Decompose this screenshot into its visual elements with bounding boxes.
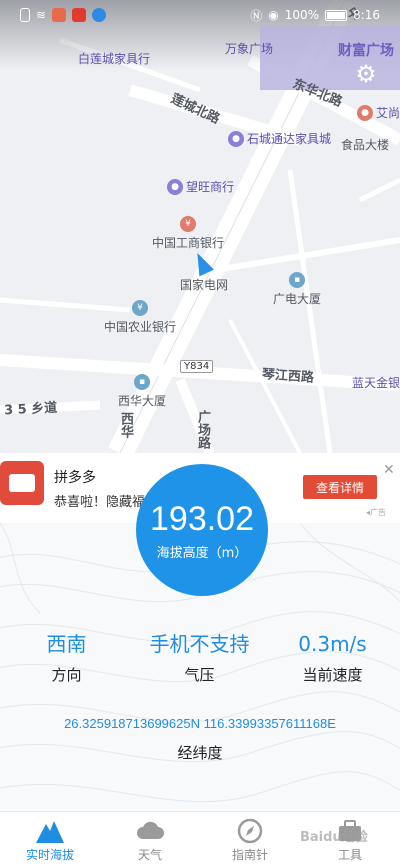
road-guangchang: 广场路: [195, 410, 210, 449]
poi-bailiancheng[interactable]: 白莲城家具行: [78, 50, 150, 67]
building-icon: ▪: [134, 374, 150, 390]
speed-value: 0.3m/s: [298, 632, 367, 656]
shop-icon: ●: [167, 178, 183, 195]
poi-guangdian-label: 广电大厦: [273, 292, 322, 306]
poi-lantian-label: 蓝天金银: [352, 376, 400, 390]
poi-caifu[interactable]: 财富广场: [338, 40, 394, 60]
altitude-value: 193.02: [150, 499, 254, 538]
road-sanwu: 3 5 乡道: [3, 400, 58, 419]
ad-title: 拼多多: [54, 470, 96, 486]
poi-bailiancheng-label: 白莲城家具行: [78, 52, 151, 66]
shop-icon: ●: [357, 104, 373, 121]
road-badge-y834: Y834: [180, 360, 214, 373]
baidu-watermark: Baidu经验: [300, 830, 368, 845]
app-notification-icon: [52, 8, 67, 22]
wifi-icon: ≋: [36, 8, 47, 22]
coordinates-value: 26.325918713699625N 116.33993357611168E: [64, 716, 336, 731]
speed-label: 当前速度: [302, 666, 363, 684]
poi-shicheng[interactable]: ● 石城通达家具城: [228, 130, 331, 147]
poi-guojia[interactable]: 国家电网: [180, 276, 228, 293]
status-bar: ≋ Ⓝ ◉ 100% 8:16: [0, 0, 400, 30]
bank-icon: ¥: [180, 216, 196, 232]
ad-tag: ◂广告: [366, 508, 387, 517]
tab-weather[interactable]: 天气: [100, 812, 200, 867]
stat-direction: 西南 方向: [0, 632, 133, 685]
pinduoduo-app-icon: [0, 461, 44, 505]
poi-aishang-label: 艾尚: [376, 106, 400, 120]
tab-compass[interactable]: 指南针: [200, 812, 300, 867]
tab-altitude[interactable]: 实时海拔: [0, 812, 100, 867]
road-xihua: 西华: [118, 412, 133, 438]
stat-speed: 0.3m/s 当前速度: [266, 632, 399, 685]
direction-value: 西南: [46, 632, 87, 656]
direction-label: 方向: [51, 666, 82, 684]
poi-guangdian[interactable]: ▪ 广电大厦: [273, 272, 321, 307]
close-icon[interactable]: ✕: [383, 462, 395, 478]
tab-tools-label: 工具: [337, 848, 362, 862]
compass-icon: [235, 818, 265, 844]
road-qinjiang: 琴江西路: [261, 367, 315, 386]
nfc-icon: Ⓝ: [250, 8, 263, 23]
altitude-circle: 193.02 海拔高度（m）: [136, 464, 268, 596]
location-icon: ◉: [268, 8, 279, 22]
app-notification-icon: [92, 8, 107, 22]
status-left: ≋: [20, 8, 107, 22]
gear-icon[interactable]: ⚙: [352, 60, 380, 88]
tab-weather-label: 天气: [137, 848, 162, 862]
tab-compass-label: 指南针: [231, 848, 268, 862]
poi-abc[interactable]: ¥ 中国农业银行: [104, 300, 176, 335]
poi-lantian[interactable]: 蓝天金银: [352, 374, 400, 391]
pressure-value: 手机不支持: [149, 632, 250, 656]
cloud-icon: [135, 818, 165, 844]
mountain-icon: [35, 818, 65, 844]
stat-pressure: 手机不支持 气压: [133, 632, 266, 685]
poi-shipin[interactable]: 食品大楼: [341, 136, 389, 153]
tab-altitude-label: 实时海拔: [25, 848, 74, 862]
building-icon: ▪: [289, 272, 305, 288]
map-view[interactable]: 财富广场 ⚙ 白莲城家具行 万象广场 ● 艾尚 ● 石城通达家具城 食品大楼 ●…: [0, 0, 400, 453]
poi-aishang[interactable]: ● 艾尚: [357, 104, 400, 121]
poi-wangwang-label: 望旺商行: [186, 180, 235, 194]
poi-abc-label: 中国农业银行: [104, 320, 177, 334]
coordinates-label: 经纬度: [177, 744, 223, 762]
app-notification-icon: [72, 8, 87, 22]
poi-wanxiang-label: 万象广场: [225, 42, 274, 56]
poi-xihua[interactable]: ▪ 西华大厦: [118, 374, 166, 409]
sim-icon: [20, 8, 30, 22]
bank-icon: ¥: [132, 300, 148, 316]
ad-subtitle: 恭喜啦！隐藏福: [54, 495, 146, 510]
poi-wanxiang[interactable]: 万象广场: [225, 40, 273, 57]
poi-wangwang[interactable]: ● 望旺商行: [167, 178, 234, 195]
poi-shipin-label: 食品大楼: [341, 138, 390, 152]
shop-icon: ●: [228, 130, 244, 147]
clock: 8:16: [353, 8, 380, 22]
poi-icbc[interactable]: ¥ 中国工商银行: [152, 216, 224, 251]
battery-icon: [325, 9, 348, 21]
poi-xihua-label: 西华大厦: [118, 394, 167, 408]
poi-icbc-label: 中国工商银行: [152, 236, 225, 250]
battery-percent: 100%: [284, 8, 320, 22]
poi-guojia-label: 国家电网: [180, 278, 229, 292]
status-right: Ⓝ ◉ 100% 8:16: [250, 7, 380, 24]
poi-shicheng-label: 石城通达家具城: [247, 132, 332, 146]
pressure-label: 气压: [184, 666, 215, 684]
altitude-label: 海拔高度（m）: [156, 545, 248, 561]
ad-detail-button[interactable]: 查看详情: [303, 475, 377, 499]
